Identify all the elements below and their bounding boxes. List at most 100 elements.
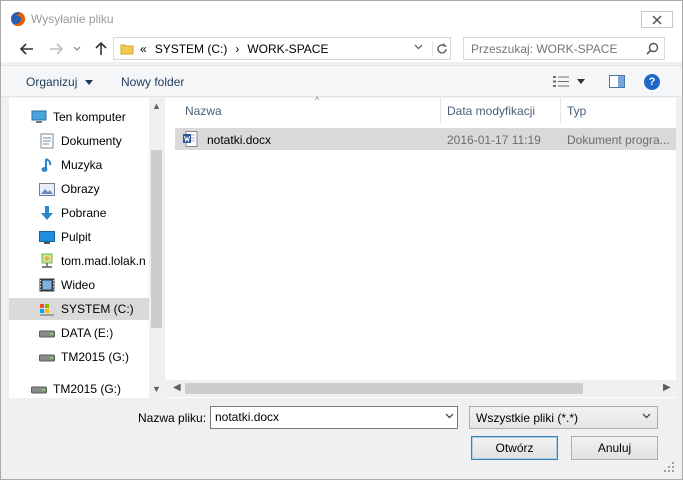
sidebar-item-label: TM2015 (G:) [61, 350, 130, 364]
sidebar-item-label: tom.mad.lolak.n [61, 254, 146, 268]
arrow-right-icon [50, 43, 63, 55]
caret-down-icon [577, 79, 585, 84]
refresh-button[interactable] [432, 41, 451, 57]
help-icon: ? [648, 76, 656, 88]
drive-icon [39, 349, 55, 365]
filename-input[interactable] [215, 410, 435, 424]
horizontal-scrollbar[interactable]: ◀ ▶ [165, 380, 676, 397]
title-bar[interactable]: Wysyłanie pliku [1, 1, 682, 36]
scroll-down-arrow-icon[interactable]: ▼ [152, 384, 161, 394]
organize-label: Organizuj [26, 75, 78, 89]
details-view-icon [553, 76, 569, 87]
pictures-icon [39, 181, 55, 197]
filetype-select[interactable]: Wszystkie pliki (*.*) [469, 406, 658, 429]
sidebar-item-data-drive[interactable]: DATA (E:) [39, 322, 164, 344]
sidebar-item-desktop[interactable]: Pulpit [39, 226, 164, 248]
sidebar-item-music[interactable]: Muzyka [39, 154, 164, 176]
documents-icon [39, 133, 55, 149]
sidebar-item-documents[interactable]: Dokumenty [39, 130, 164, 152]
filetype-value: Wszystkie pliki (*.*) [476, 411, 579, 425]
column-modified[interactable]: Data modyfikacji [447, 104, 535, 118]
sidebar-item-label: Obrazy [61, 182, 100, 196]
chevron-down-icon [642, 413, 651, 419]
sort-ascending-icon: ^ [315, 95, 320, 105]
sidebar-item-label: Pulpit [61, 230, 92, 244]
sidebar-item-label: Wideo [61, 278, 96, 292]
breadcrumb-work-space[interactable]: WORK-SPACE [247, 42, 328, 56]
chevron-down-icon[interactable] [414, 44, 423, 50]
sidebar-item-downloads[interactable]: Pobrane [39, 202, 164, 224]
forward-button[interactable] [47, 40, 65, 58]
sidebar-item-tm2015-drive-root[interactable]: TM2015 (G:) [31, 378, 164, 398]
close-button[interactable] [641, 11, 673, 28]
up-button[interactable] [92, 40, 110, 58]
scroll-left-arrow-icon[interactable]: ◀ [173, 382, 181, 393]
column-divider[interactable] [560, 98, 561, 123]
sidebar-item-video[interactable]: Wideo [39, 274, 164, 296]
breadcrumb-separator[interactable]: › [235, 42, 239, 56]
window-title: Wysyłanie pliku [31, 12, 114, 26]
breadcrumb-system-drive[interactable]: SYSTEM (C:) [155, 42, 228, 56]
search-box[interactable] [463, 37, 665, 60]
recent-locations-button[interactable] [71, 40, 83, 58]
scroll-right-arrow-icon[interactable]: ▶ [663, 382, 671, 393]
refresh-icon [437, 43, 447, 54]
sidebar-scrollbar[interactable]: ▲ ▼ [149, 98, 164, 398]
sidebar-item-label: Muzyka [61, 158, 103, 172]
scrollbar-thumb[interactable] [185, 383, 583, 394]
drive-icon [31, 381, 47, 397]
file-modified: 2016-01-17 11:19 [447, 133, 541, 147]
sidebar-item-label: Dokumenty [61, 134, 122, 148]
search-input[interactable] [471, 42, 641, 56]
back-button[interactable] [18, 40, 36, 58]
sidebar-item-label: SYSTEM (C:) [61, 302, 134, 316]
downloads-icon [39, 205, 55, 221]
column-name[interactable]: Nazwa [185, 104, 222, 118]
scrollbar-thumb[interactable] [151, 150, 162, 328]
address-bar[interactable]: « SYSTEM (C:) › WORK-SPACE [113, 37, 451, 60]
file-type: Dokument progra... [567, 133, 670, 147]
video-icon [39, 277, 55, 293]
caret-down-icon [84, 80, 93, 86]
organize-menu[interactable]: Organizuj [26, 75, 93, 89]
file-list[interactable]: ^ Nazwa Data modyfikacji Typ notatki.doc… [165, 95, 676, 398]
word-document-icon [183, 131, 198, 147]
sidebar-item-tm2015-drive[interactable]: TM2015 (G:) [39, 346, 164, 368]
new-folder-button[interactable]: Nowy folder [121, 75, 184, 89]
view-options[interactable] [553, 75, 585, 88]
sidebar-item-pictures[interactable]: Obrazy [39, 178, 164, 200]
sidebar-item-label: Ten komputer [53, 110, 126, 124]
scroll-up-arrow-icon[interactable]: ▲ [152, 101, 161, 111]
sidebar-item-label: DATA (E:) [61, 326, 114, 340]
sidebar-item-label: Pobrane [61, 206, 107, 220]
column-divider[interactable] [440, 98, 441, 123]
command-toolbar: Organizuj Nowy folder ? [1, 65, 682, 97]
navigation-pane[interactable]: Ten komputer Dokumenty Muzyka Obrazy Pob… [9, 98, 164, 398]
search-icon[interactable] [646, 42, 659, 55]
resize-grip-icon[interactable] [663, 461, 675, 473]
firefox-icon [11, 12, 26, 27]
sidebar-item-label: TM2015 (G:) [53, 382, 122, 396]
sidebar-item-system-drive[interactable]: SYSTEM (C:) [9, 298, 149, 320]
dialog-footer: Nazwa pliku: Wszystkie pliki (*.*) Otwór… [1, 398, 682, 479]
arrow-up-icon [95, 42, 107, 55]
file-upload-dialog: Wysyłanie pliku « SYSTEM (C:) › WORK-SPA… [0, 0, 683, 480]
system-drive-icon [39, 301, 55, 317]
file-name: notatki.docx [207, 133, 272, 147]
preview-pane-icon[interactable] [609, 75, 625, 88]
computer-icon [31, 109, 47, 125]
table-row[interactable]: notatki.docx 2016-01-17 11:19 Dokument p… [175, 128, 676, 150]
chevron-down-icon[interactable] [445, 413, 454, 419]
breadcrumb-overflow[interactable]: « [140, 42, 147, 56]
close-icon [652, 14, 662, 25]
column-type[interactable]: Typ [567, 104, 586, 118]
open-button[interactable]: Otwórz [471, 436, 558, 460]
filename-field[interactable] [210, 406, 458, 429]
breadcrumb: « SYSTEM (C:) › WORK-SPACE [140, 42, 328, 56]
cancel-button[interactable]: Anuluj [571, 436, 658, 460]
column-header: ^ Nazwa Data modyfikacji Typ [175, 95, 676, 123]
sidebar-item-this-pc[interactable]: Ten komputer [31, 106, 164, 128]
filename-label: Nazwa pliku: [138, 411, 207, 425]
sidebar-item-network-share[interactable]: tom.mad.lolak.n [39, 250, 164, 272]
help-button[interactable]: ? [644, 74, 660, 90]
